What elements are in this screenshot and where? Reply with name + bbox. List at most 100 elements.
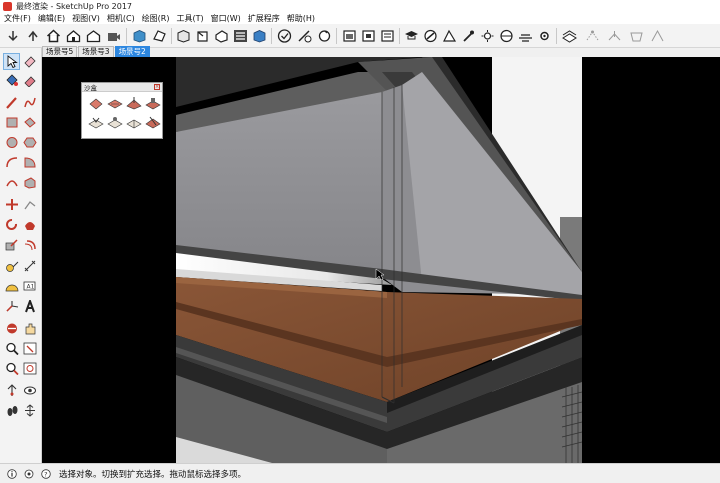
polygon-icon[interactable] <box>21 134 38 151</box>
walk-icon[interactable] <box>3 402 20 419</box>
offset-icon[interactable] <box>21 236 38 253</box>
title-bar: 最终渲染 - SketchUp Pro 2017 <box>0 0 720 12</box>
freehand-icon[interactable] <box>21 94 38 111</box>
house-icon[interactable] <box>44 27 62 45</box>
position-camera-icon[interactable] <box>3 382 20 399</box>
arc-3pt-icon[interactable] <box>3 174 20 191</box>
push-pull-icon[interactable] <box>21 174 38 191</box>
previous-view-icon[interactable] <box>21 360 38 377</box>
tape-measure-icon[interactable] <box>3 258 20 275</box>
smoove-icon[interactable] <box>126 96 142 111</box>
textured-style-icon[interactable] <box>250 27 268 45</box>
menu-tools[interactable]: 工具(T) <box>177 13 204 24</box>
look-around-icon[interactable] <box>21 382 38 399</box>
drape-icon[interactable] <box>627 27 645 45</box>
menu-file[interactable]: 文件(F) <box>4 13 31 24</box>
flip-edge-icon[interactable] <box>126 115 142 130</box>
tray-header: 沙盒 × <box>82 83 162 92</box>
scene-tab-2[interactable]: 场景号2 <box>114 46 150 57</box>
svg-text:?: ? <box>44 470 47 478</box>
drape-icon[interactable] <box>88 115 104 130</box>
layers-icon[interactable] <box>378 27 396 45</box>
window-title: 最终渲染 - SketchUp Pro 2017 <box>16 1 132 11</box>
scale-icon[interactable] <box>3 236 20 253</box>
pan-icon[interactable] <box>21 320 38 337</box>
follow-me-red-icon[interactable] <box>21 216 38 233</box>
checkmark-icon[interactable] <box>275 27 293 45</box>
menu-extensions[interactable]: 扩展程序 <box>248 13 280 24</box>
shaded-style-icon[interactable] <box>231 27 249 45</box>
info-icon[interactable] <box>7 468 17 479</box>
sun-icon[interactable] <box>478 27 496 45</box>
menu-view[interactable]: 视图(V) <box>72 13 100 24</box>
circle-icon[interactable] <box>3 134 20 151</box>
arrow-up-icon[interactable] <box>24 27 42 45</box>
menu-draw[interactable]: 绘图(R) <box>142 13 170 24</box>
gear-icon[interactable] <box>535 27 553 45</box>
eyedropper-icon[interactable] <box>459 27 477 45</box>
camera-icon[interactable] <box>104 27 122 45</box>
hidden-line-icon[interactable] <box>212 27 230 45</box>
wireframe-style-icon[interactable] <box>193 27 211 45</box>
monitor-icon[interactable] <box>359 27 377 45</box>
move-icon[interactable] <box>3 196 20 213</box>
triangle-icon[interactable] <box>440 27 458 45</box>
orbit-icon[interactable] <box>3 320 20 337</box>
eraser-pink-icon[interactable] <box>21 72 38 89</box>
line-pencil-icon[interactable] <box>3 94 20 111</box>
arc-icon[interactable] <box>3 154 20 171</box>
axes-icon[interactable] <box>3 298 20 315</box>
select-arrow-icon[interactable] <box>3 53 20 70</box>
fog-icon[interactable] <box>516 27 534 45</box>
face-icon[interactable] <box>150 27 168 45</box>
help-icon[interactable]: ? <box>41 468 51 479</box>
menu-help[interactable]: 帮助(H) <box>287 13 315 24</box>
sandbox-tray: 沙盒 × <box>81 82 163 139</box>
sandbox-scratch-icon[interactable] <box>560 27 578 45</box>
shadow-icon[interactable] <box>497 27 515 45</box>
protractor-icon[interactable] <box>3 278 20 295</box>
menu-edit[interactable]: 编辑(E) <box>38 13 65 24</box>
3d-text-icon[interactable] <box>21 298 38 315</box>
text-icon[interactable]: A1 <box>21 278 38 295</box>
stamp-icon[interactable] <box>145 96 161 111</box>
svg-text:A1: A1 <box>26 284 34 291</box>
scene-tab-3[interactable]: 场景号3 <box>78 46 114 57</box>
component-icon[interactable] <box>64 27 82 45</box>
eraser-tool-icon[interactable] <box>295 27 313 45</box>
rotated-rectangle-icon[interactable] <box>21 114 38 131</box>
sandbox-contours-icon[interactable] <box>88 96 104 111</box>
menu-camera[interactable]: 相机(C) <box>107 13 135 24</box>
sync-icon[interactable] <box>315 27 333 45</box>
rotate-icon[interactable] <box>3 216 20 233</box>
smoove-icon[interactable] <box>583 27 601 45</box>
xray-style-icon[interactable] <box>174 27 192 45</box>
cube-blue-icon[interactable] <box>130 27 148 45</box>
graduation-cap-icon[interactable] <box>402 27 420 45</box>
zoom-icon[interactable] <box>3 340 20 357</box>
geo-location-icon[interactable] <box>24 469 34 479</box>
flip-edge-icon[interactable] <box>648 27 666 45</box>
follow-me-icon[interactable] <box>21 196 38 213</box>
paint-bucket-icon[interactable] <box>3 72 20 89</box>
eraser-icon[interactable] <box>21 53 38 70</box>
window-icon[interactable] <box>340 27 358 45</box>
pie-icon[interactable] <box>21 154 38 171</box>
section-plane-icon[interactable] <box>21 402 38 419</box>
rectangle-icon[interactable] <box>3 114 20 131</box>
scene-tab-5[interactable]: 场景号5 <box>42 46 78 57</box>
compass-icon[interactable] <box>421 27 439 45</box>
sandbox-scratch-icon[interactable] <box>107 96 123 111</box>
zoom-extents-icon[interactable] <box>3 360 20 377</box>
dimension-icon[interactable] <box>21 258 38 275</box>
sandbox-terrain-icon[interactable] <box>145 115 161 130</box>
add-detail-icon[interactable] <box>107 115 123 130</box>
stamp-icon[interactable] <box>605 27 623 45</box>
zoom-window-icon[interactable] <box>21 340 38 357</box>
status-bar: ? 选择对象。切换到扩充选择。拖动鼠标选择多项。 <box>0 463 720 483</box>
tray-title: 沙盒 <box>84 84 97 92</box>
menu-window[interactable]: 窗口(W) <box>211 13 241 24</box>
close-icon[interactable]: × <box>154 84 160 90</box>
arrow-down-icon[interactable] <box>4 27 22 45</box>
folder-icon[interactable] <box>84 27 102 45</box>
